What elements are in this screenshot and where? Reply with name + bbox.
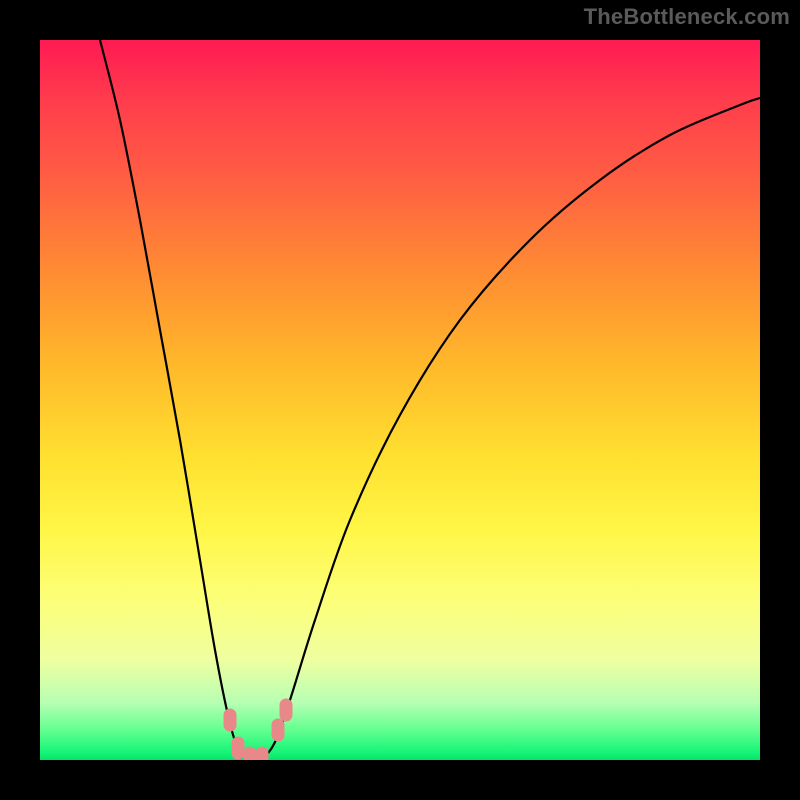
plot-area (40, 40, 760, 760)
curve-marker (256, 747, 268, 760)
bottleneck-curve (40, 40, 760, 760)
chart-container: TheBottleneck.com (0, 0, 800, 800)
watermark-text: TheBottleneck.com (584, 4, 790, 30)
curve-markers (224, 699, 292, 760)
curve-marker (272, 719, 284, 741)
curve-marker (280, 699, 292, 721)
curve-line (100, 40, 760, 760)
curve-marker (244, 747, 256, 760)
curve-marker (232, 737, 244, 759)
curve-marker (224, 709, 236, 731)
